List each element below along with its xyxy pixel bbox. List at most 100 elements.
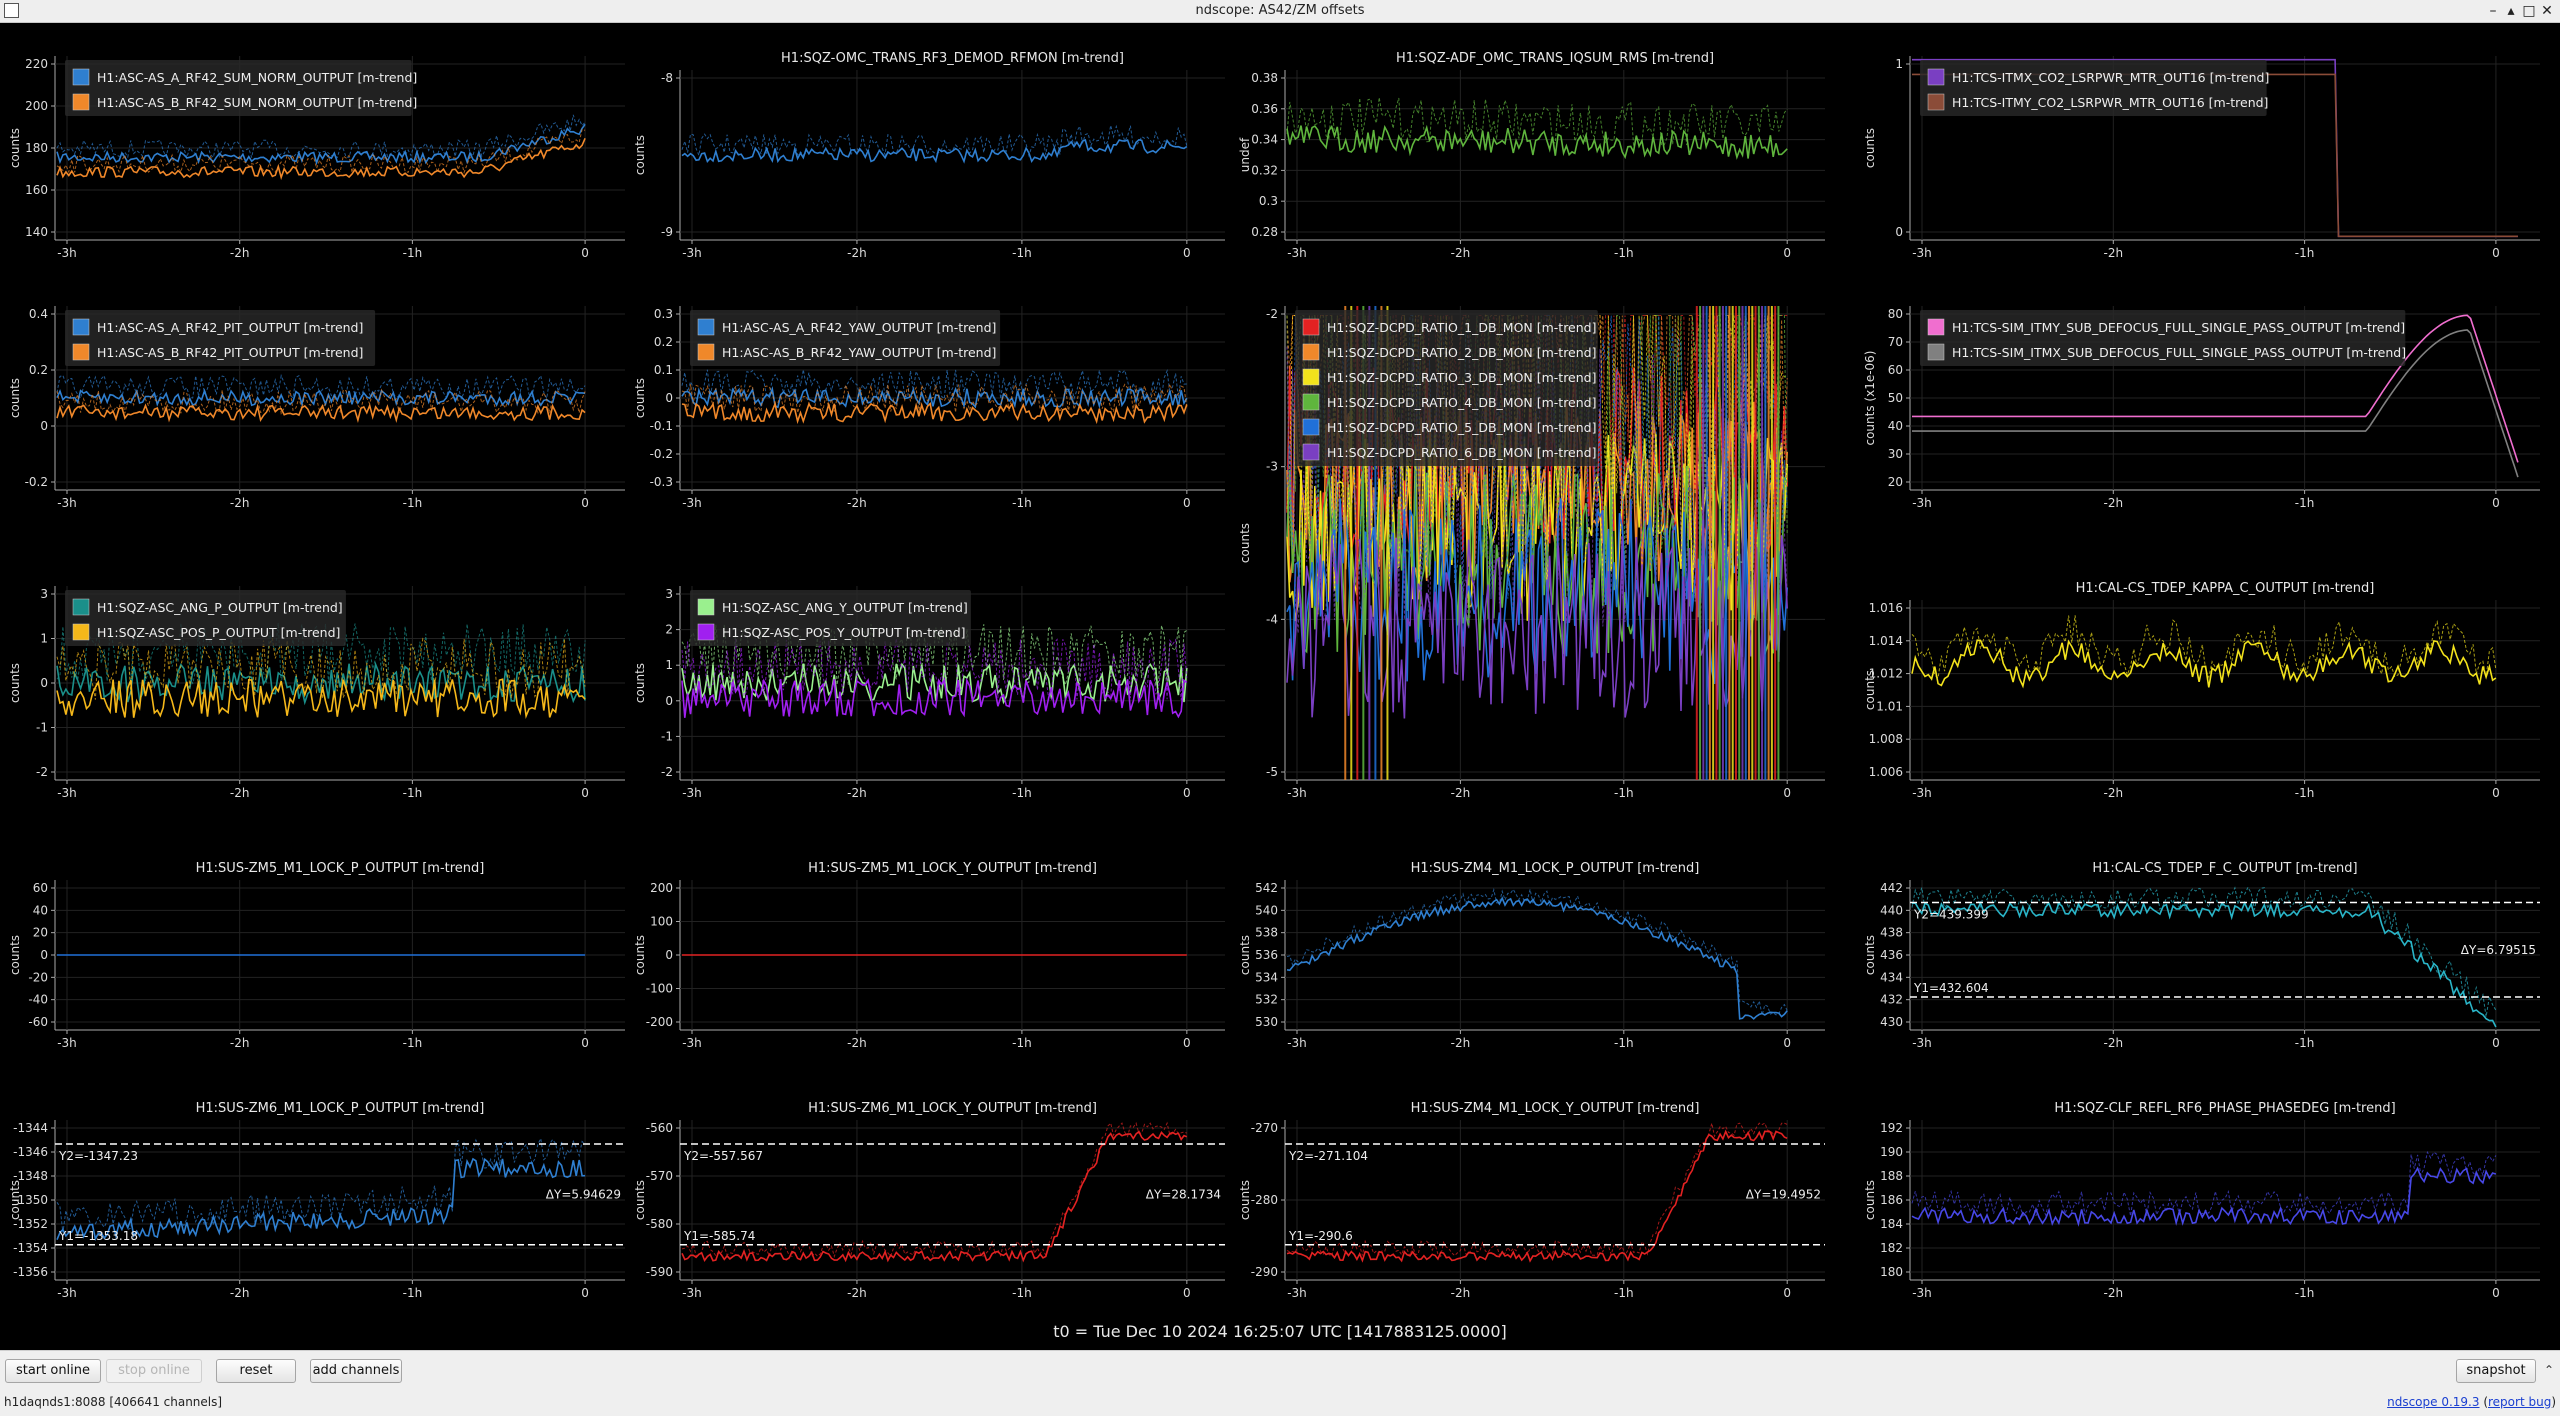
plot-p4[interactable]: counts 1 0 -3h -2h -1h 0 H1:TCS-ITMX_CO2_LSRPWR… — [1863, 56, 2540, 260]
x-tick-label: -2h — [1451, 786, 1471, 800]
x-tick-label: 0 — [1783, 246, 1791, 260]
plot-p9[interactable]: counts 3 1 0 -1 -2 -3h -2h -1h 0 H1:SQZ-ASC_ANG_P_… — [8, 586, 625, 800]
x-tick-label: -2h — [230, 786, 250, 800]
series-envelope — [681, 1121, 1187, 1259]
series-trace — [56, 123, 586, 166]
legend-label: H1:TCS-SIM_ITMY_SUB_DEFOCUS_FULL_SINGLE_… — [1952, 320, 2405, 335]
plot-canvas[interactable]: counts220200180160140-3h -2h -1h 0H1:ASC-AS… — [0, 22, 2560, 1322]
plot-p18[interactable]: H1:SUS-ZM4_M1_LOCK_Y_OUTPUT [m-trend]cou… — [1238, 1101, 1825, 1300]
stop-online-button[interactable]: stop online — [106, 1359, 202, 1383]
x-tick-label: -2h — [2104, 1036, 2124, 1050]
x-tick-label: 0 — [1783, 786, 1791, 800]
plot-p3[interactable]: H1:SQZ-ADF_OMC_TRANS_IQSUM_RMS [m-trend]… — [1238, 51, 1825, 260]
y-tick-label: 1.008 — [1869, 732, 1903, 746]
y-tick-label: 0 — [40, 676, 48, 690]
plot-p19[interactable]: H1:SQZ-CLF_REFL_RF6_PHASE_PHASEDEG [m-tr… — [1863, 1101, 2540, 1300]
x-tick-label: 0 — [2492, 786, 2500, 800]
snapshot-button[interactable]: snapshot — [2456, 1359, 2536, 1383]
y-tick-label: 60 — [33, 881, 48, 895]
y-axis-label: counts — [8, 663, 22, 703]
plot-p2[interactable]: H1:SQZ-OMC_TRANS_RF3_DEMOD_RFMON [m-tren… — [633, 51, 1225, 260]
plot-p15[interactable]: H1:CAL-CS_TDEP_F_C_OUTPUT [m-trend] count… — [1863, 861, 2540, 1050]
y-tick-label: 60 — [1888, 363, 1903, 377]
x-tick-label: -1h — [1012, 1036, 1032, 1050]
legend-swatch — [72, 68, 90, 86]
x-tick-label: -2h — [847, 1286, 867, 1300]
x-tick-label: 0 — [1783, 1036, 1791, 1050]
y-tick-label: 80 — [1888, 307, 1903, 321]
x-tick-label: -3h — [682, 1036, 702, 1050]
start-online-button[interactable]: start online — [5, 1359, 101, 1383]
x-tick-label: -1h — [403, 1036, 423, 1050]
y-tick-label: -590 — [646, 1265, 673, 1279]
legend-label: H1:SQZ-ASC_ANG_Y_OUTPUT [m-trend] — [722, 600, 968, 615]
plot-p7[interactable]: counts -2 -3 -4 -5 -3h -2h -1h 0 H1:SQZ-DCPD_RATI… — [1238, 306, 1825, 800]
legend-label: H1:ASC-AS_B_RF42_YAW_OUTPUT [m-trend] — [722, 345, 996, 360]
x-tick-label: 0 — [2492, 496, 2500, 510]
x-tick-label: 0 — [1783, 1286, 1791, 1300]
series-envelope — [56, 637, 586, 700]
legend-label: H1:ASC-AS_A_RF42_YAW_OUTPUT [m-trend] — [722, 320, 996, 335]
plot-p12[interactable]: H1:SUS-ZM5_M1_LOCK_P_OUTPUT [m-trend] cou… — [8, 861, 625, 1050]
y-tick-label: -1352 — [13, 1217, 48, 1231]
legend-swatch — [697, 623, 715, 641]
x-tick-label: -2h — [847, 496, 867, 510]
plot-p1[interactable]: counts 220 200 180 160 140 -3h -2h -1h 0 H1:ASC-AS… — [8, 56, 625, 260]
y-tick-label: 0.2 — [654, 335, 673, 349]
plot-p14[interactable]: H1:SUS-ZM4_M1_LOCK_P_OUTPUT [m-trend] cou… — [1238, 861, 1825, 1050]
y-axis-label: counts — [8, 128, 22, 168]
plot-p11[interactable]: H1:CAL-CS_TDEP_KAPPA_C_OUTPUT [m-trend]c… — [1863, 581, 2540, 800]
x-tick-label: -3h — [57, 246, 77, 260]
legend-label: H1:SQZ-DCPD_RATIO_4_DB_MON [m-trend] — [1327, 395, 1596, 410]
title-bar: ndscope: AS42/ZM offsets – ▴ □ ✕ — [0, 0, 2560, 23]
version-link[interactable]: ndscope 0.19.3 — [2387, 1395, 2479, 1409]
y-tick-label: -2 — [661, 765, 673, 779]
x-tick-label: 0 — [581, 786, 589, 800]
legend-swatch — [1302, 393, 1320, 411]
x-tick-label: -3h — [1287, 786, 1307, 800]
plot-p13[interactable]: H1:SUS-ZM5_M1_LOCK_Y_OUTPUT [m-trend] cou… — [633, 861, 1225, 1050]
x-tick-label: 0 — [2492, 1036, 2500, 1050]
x-tick-label: -3h — [57, 786, 77, 800]
y-tick-label: 1 — [665, 658, 673, 672]
x-tick-label: -1h — [1614, 1036, 1634, 1050]
y-tick-label: -560 — [646, 1121, 673, 1135]
y-tick-label: 0 — [665, 694, 673, 708]
report-bug-link[interactable]: report bug — [2488, 1395, 2551, 1409]
x-tick-label: -2h — [1451, 1036, 1471, 1050]
reset-button[interactable]: reset — [216, 1359, 296, 1383]
plot-title: H1:SUS-ZM5_M1_LOCK_Y_OUTPUT [m-trend] — [808, 861, 1097, 876]
legend-swatch — [697, 343, 715, 361]
y-tick-label: -40 — [28, 993, 48, 1007]
cursor-y1-label: Y1=-585.74 — [683, 1229, 755, 1243]
legend-swatch — [1302, 343, 1320, 361]
legend-label: H1:SQZ-DCPD_RATIO_1_DB_MON [m-trend] — [1327, 320, 1596, 335]
y-tick-label: -1354 — [13, 1241, 48, 1255]
x-tick-label: 0 — [1183, 1036, 1191, 1050]
x-tick-label: -1h — [1012, 786, 1032, 800]
close-icon[interactable]: ✕ — [2536, 1, 2558, 21]
x-tick-label: 0 — [1183, 1286, 1191, 1300]
y-tick-label: 538 — [1255, 926, 1278, 940]
plot-p6[interactable]: counts 0.3 0.2 0.1 0 -0.1 -0.2 -0.3 -3h -2h -1h 0 H1… — [633, 306, 1225, 510]
y-tick-label: 1.006 — [1869, 765, 1903, 779]
window-title: ndscope: AS42/ZM offsets — [1195, 3, 1365, 18]
plot-p10[interactable]: counts 3 2 1 0 -1 -2 -3h -2h -1h 0 H1:SQZ-ASC_ANG_Y… — [633, 586, 1225, 800]
y-tick-label: 20 — [1888, 475, 1903, 489]
y-tick-label: -60 — [28, 1015, 48, 1029]
plot-p5[interactable]: counts 0.4 0.2 0 -0.2 -3h -2h -1h 0 H1:ASC-AS_A_R… — [8, 306, 625, 510]
y-tick-label: 1.016 — [1869, 601, 1903, 615]
x-tick-label: -3h — [1912, 246, 1932, 260]
plot-grid[interactable]: counts 220 200 180 160 140 -3h -2h -1h 0 H1:ASC-AS… — [0, 22, 2560, 1350]
cursor-y1-label: Y1=-290.6 — [1288, 1229, 1353, 1243]
plot-p17[interactable]: H1:SUS-ZM6_M1_LOCK_Y_OUTPUT [m-trend] cou… — [633, 1101, 1225, 1300]
collapse-icon[interactable]: ⌃ — [2544, 1363, 2554, 1377]
plot-p16[interactable]: H1:SUS-ZM6_M1_LOCK_P_OUTPUT [m-trend]cou… — [8, 1101, 625, 1300]
y-tick-label: -1346 — [13, 1145, 48, 1159]
legend-swatch — [697, 598, 715, 616]
y-tick-label: 0.38 — [1251, 71, 1278, 85]
x-tick-label: -3h — [57, 496, 77, 510]
plot-p8[interactable]: counts (x1e-06) 80 70 60 50 40 30 20 -3h -2h -1h 0 H… — [1863, 306, 2540, 510]
y-tick-label: 140 — [25, 225, 48, 239]
add-channels-button[interactable]: add channels — [310, 1359, 402, 1383]
